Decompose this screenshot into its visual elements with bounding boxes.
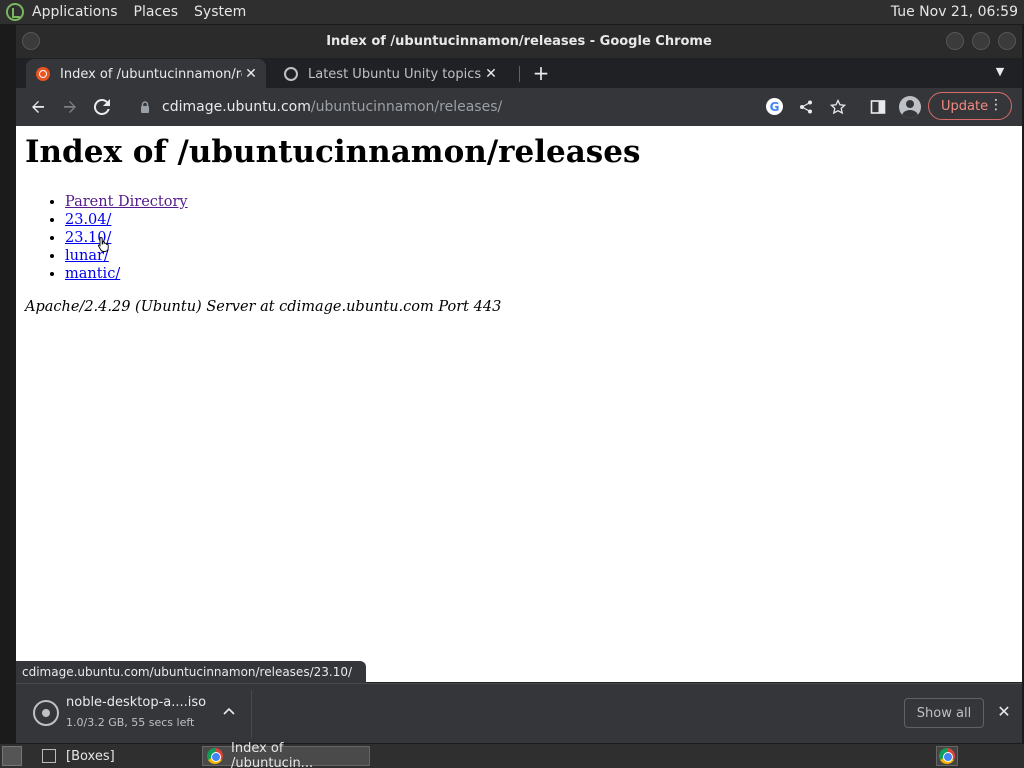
bottom-taskbar: [Boxes] Index of /ubuntucin... (0, 741, 1024, 768)
directory-listing: Parent Directory 23.04/ 23.10/ lunar/ ma… (65, 193, 188, 283)
forward-button[interactable] (60, 97, 80, 117)
taskbar-item-boxes[interactable]: [Boxes] (38, 746, 115, 766)
server-signature: Apache/2.4.29 (Ubuntu) Server at cdimage… (25, 299, 502, 315)
divider (251, 690, 252, 738)
back-button[interactable] (28, 97, 48, 117)
download-options-chevron-icon[interactable] (221, 704, 237, 720)
taskbar-item-chrome-window[interactable]: Index of /ubuntucin... (202, 741, 370, 768)
page-heading: Index of /ubuntucinnamon/releases (25, 134, 641, 170)
link-parent-directory[interactable]: Parent Directory (65, 194, 188, 210)
bookmark-star-icon[interactable] (828, 97, 848, 117)
close-tab-icon[interactable]: ✕ (482, 65, 500, 83)
page-content: Index of /ubuntucinnamon/releases Parent… (16, 126, 1022, 682)
lock-icon[interactable] (140, 101, 152, 113)
tab-index-releases[interactable]: Index of /ubuntucinnamon/releases ✕ (26, 59, 266, 89)
menu-places[interactable]: Places (134, 4, 179, 20)
reload-icon (94, 99, 110, 115)
taskbar-item-label: Index of /ubuntucin... (231, 741, 314, 768)
menu-system[interactable]: System (194, 4, 246, 20)
menu-logo-icon[interactable] (6, 3, 24, 21)
address-bar[interactable]: cdimage.ubuntu.com/ubuntucinnamon/releas… (126, 92, 776, 122)
window-menu-button[interactable] (22, 32, 40, 50)
boxes-icon (42, 749, 56, 763)
list-item: lunar/ (65, 247, 188, 265)
maximize-button[interactable] (972, 32, 990, 50)
browser-toolbar: cdimage.ubuntu.com/ubuntucinnamon/releas… (16, 88, 1022, 126)
browser-window: Index of /ubuntucinnamon/releases - Goog… (16, 25, 1022, 743)
minimize-button[interactable] (946, 32, 964, 50)
update-label: Update (941, 98, 989, 114)
list-item: mantic/ (65, 265, 188, 283)
chrome-icon (207, 748, 223, 764)
share-icon[interactable] (796, 97, 816, 117)
list-item: Parent Directory (65, 193, 188, 211)
side-panel-icon[interactable] (868, 97, 888, 117)
url-host: cdimage.ubuntu.com (162, 99, 311, 115)
tab-search-chevron-icon[interactable]: ▼ (992, 65, 1008, 81)
more-menu-icon[interactable]: ⋮ (989, 97, 1003, 113)
window-titlebar[interactable]: Index of /ubuntucinnamon/releases - Goog… (16, 25, 1022, 58)
tab-ubuntu-unity[interactable]: Latest Ubuntu Unity topics - Ubuntu Comm… (274, 59, 506, 89)
list-item: 23.10/ (65, 229, 188, 247)
download-shelf: noble-desktop-a....iso 1.0/3.2 GB, 55 se… (16, 683, 1022, 743)
top-panel: Applications Places System Tue Nov 21, 0… (0, 0, 1024, 24)
download-status: 1.0/3.2 GB, 55 secs left (66, 716, 195, 729)
hand-cursor-icon (97, 237, 109, 252)
reload-button[interactable] (92, 97, 112, 117)
link-23-04[interactable]: 23.04/ (65, 212, 111, 228)
close-window-button[interactable] (998, 32, 1016, 50)
url-path: /ubuntucinnamon/releases/ (310, 99, 503, 115)
download-filename[interactable]: noble-desktop-a....iso (66, 695, 206, 710)
window-title: Index of /ubuntucinnamon/releases - Goog… (326, 34, 712, 49)
google-lens-icon[interactable]: G (766, 98, 783, 115)
chrome-icon (939, 748, 955, 764)
forward-arrow-icon (64, 101, 76, 113)
update-button[interactable]: Update ⋮ (928, 92, 1012, 120)
tab-strip: Index of /ubuntucinnamon/releases ✕ Late… (16, 58, 1022, 89)
download-progress-icon[interactable] (33, 700, 59, 726)
show-desktop-button[interactable] (2, 746, 22, 766)
clock[interactable]: Tue Nov 21, 06:59 (891, 4, 1018, 20)
show-all-button[interactable]: Show all (904, 698, 984, 728)
tab-divider (519, 66, 520, 82)
ubuntu-icon (36, 67, 50, 81)
globe-icon (284, 67, 298, 81)
new-tab-button[interactable]: + (530, 63, 552, 85)
profile-avatar-icon[interactable] (899, 96, 921, 118)
tab-title: Index of /ubuntucinnamon/releases (60, 66, 242, 82)
back-arrow-icon (32, 101, 44, 113)
close-tab-icon[interactable]: ✕ (242, 65, 260, 83)
tab-title: Latest Ubuntu Unity topics - Ubuntu Comm… (308, 66, 482, 82)
menu-applications[interactable]: Applications (32, 4, 118, 20)
list-item: 23.04/ (65, 211, 188, 229)
status-bubble: cdimage.ubuntu.com/ubuntucinnamon/releas… (16, 661, 367, 683)
close-shelf-icon[interactable]: ✕ (994, 702, 1014, 722)
link-mantic[interactable]: mantic/ (65, 266, 120, 282)
tray-chrome-launcher[interactable] (936, 746, 958, 766)
taskbar-item-label: [Boxes] (66, 748, 115, 764)
